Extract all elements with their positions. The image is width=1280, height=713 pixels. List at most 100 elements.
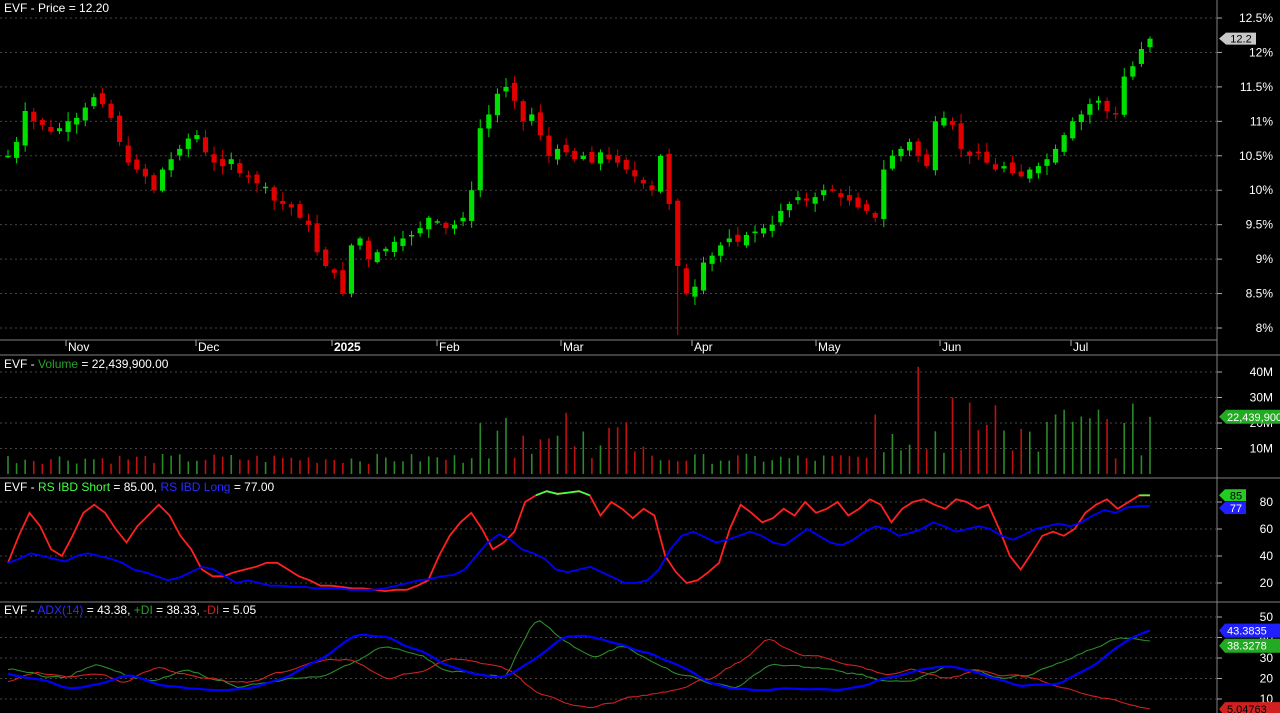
price-candle [297, 204, 303, 218]
price-tick-label: 9% [1256, 252, 1274, 266]
price-candle [220, 158, 226, 167]
price-tick-label: 11% [1250, 114, 1273, 128]
price-candle [589, 151, 595, 163]
price-tick-label: 10.5% [1239, 149, 1273, 163]
price-candle [846, 195, 853, 201]
price-candle [460, 217, 466, 222]
rs-short-label: RS IBD Short [38, 480, 111, 494]
rs-long-value: 77.00 [244, 480, 275, 494]
price-candle [606, 154, 612, 160]
price-candle [1121, 76, 1127, 115]
price-candle [228, 159, 234, 165]
price-candle [640, 179, 646, 184]
x-tick-label-may: May [818, 340, 841, 354]
price-candle [194, 135, 200, 139]
symbol: EVF [4, 357, 28, 371]
price-candle [1138, 49, 1144, 64]
price-candle [761, 228, 767, 234]
price-candle [82, 107, 88, 121]
price-panel-header: EVF - Price = 12.20 [4, 1, 109, 15]
pdi-tag-label: 38.3278 [1227, 641, 1267, 653]
price-tick-label: 10% [1249, 183, 1273, 197]
price-candle [924, 154, 930, 167]
price-candle [915, 141, 921, 156]
rs-short-tag-label: 85 [1230, 490, 1242, 502]
rs-panel-header: EVF - RS IBD Short = 85.00, RS IBD Long … [4, 480, 274, 494]
price-candle [314, 223, 320, 253]
price-candle [254, 174, 260, 184]
price-candle [99, 93, 106, 105]
price-candle [554, 148, 561, 160]
price-candle [812, 197, 818, 204]
price-candle [469, 190, 475, 221]
pdi-value: 38.33 [166, 603, 197, 617]
price-candle [864, 204, 870, 211]
price-candle [992, 164, 999, 170]
volume-tick-label: 10M [1250, 442, 1273, 456]
equals: = [230, 480, 245, 494]
rs-long-line [7, 505, 1150, 591]
price-candle [907, 142, 913, 151]
price-candle [383, 248, 389, 252]
price-candle [778, 210, 784, 223]
price-candle [752, 231, 758, 234]
mdi-tag-label: 5.04763 [1227, 704, 1267, 713]
price-candle [666, 153, 672, 204]
price-candle [331, 269, 337, 273]
price-candle [451, 224, 458, 229]
price-candle [803, 198, 810, 201]
price-candle [65, 121, 71, 132]
price-candle [975, 151, 981, 154]
price-candle [1087, 104, 1093, 115]
equals: = [110, 480, 124, 494]
rs-short-line [7, 490, 1150, 593]
price-candle [263, 186, 269, 189]
price-candle [632, 170, 638, 177]
price-candle [48, 126, 54, 132]
price-candle [408, 235, 415, 237]
price-candle [520, 101, 526, 122]
rs-new-high-segment [535, 490, 591, 497]
x-tick-label-dec: Dec [198, 340, 219, 354]
price-candle [623, 159, 629, 170]
price-candle [91, 97, 97, 107]
price-candle [941, 117, 947, 126]
last-price-tag-label: 12.2 [1230, 34, 1251, 46]
separator: - [27, 357, 39, 371]
price-candle [769, 224, 775, 231]
last-volume-tag-label: 22,439,900 [1227, 412, 1280, 424]
price-candle [572, 150, 578, 160]
separator: - [27, 1, 39, 15]
rs-tick-label: 20 [1260, 576, 1274, 590]
price-candle [1095, 100, 1102, 103]
rs-long-label: RS IBD Long [160, 480, 231, 494]
price-candle [683, 268, 689, 294]
adx-value: 43.38 [97, 603, 128, 617]
price-candle [168, 159, 174, 171]
price-candle [5, 155, 11, 158]
price-candle [108, 103, 114, 118]
price-candle [1027, 169, 1033, 179]
price-candle [1010, 162, 1016, 173]
adx-tick-label: 50 [1260, 610, 1274, 624]
price-candle [271, 187, 277, 201]
price-candle [245, 175, 251, 177]
price-candle [872, 213, 878, 218]
pdi-label: +DI [133, 603, 153, 617]
symbol: EVF [4, 1, 28, 15]
price-candle [649, 185, 655, 191]
price-candle [529, 114, 535, 121]
volume-value: 22,439,900.00 [91, 357, 169, 371]
price-candle [426, 217, 432, 230]
price-candle [1104, 100, 1110, 111]
price-value: 12.20 [79, 1, 110, 15]
price-candle [967, 151, 973, 156]
price-candle [1147, 38, 1153, 48]
price-candle [1035, 166, 1041, 174]
price-candle [657, 155, 664, 192]
adx-tag-label: 43.3835 [1227, 626, 1267, 638]
price-candle [718, 245, 724, 256]
price-candle [391, 241, 397, 253]
price-candle [374, 252, 380, 263]
adx-panel-header: EVF - ADX(14) = 43.38, +DI = 38.33, -DI … [4, 603, 256, 617]
